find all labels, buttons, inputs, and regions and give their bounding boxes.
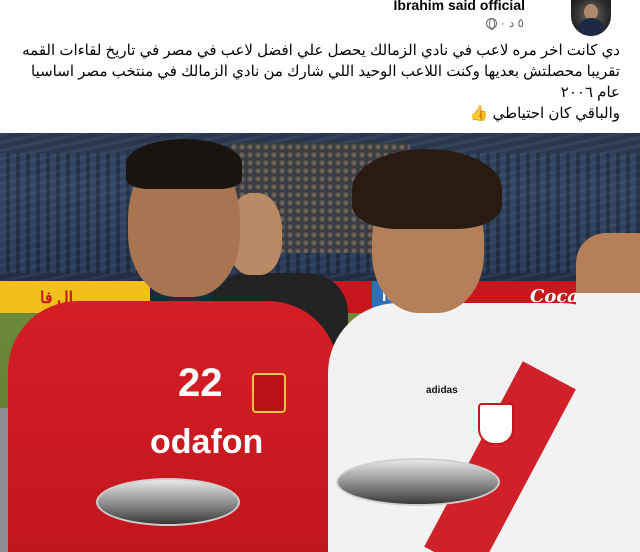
- globe-icon: [485, 17, 497, 30]
- avatar[interactable]: [571, 0, 611, 36]
- player-red-sponsor: odafon: [150, 423, 264, 461]
- post-text-line: والباقي كان احتياطي 👍: [469, 105, 620, 122]
- post-header: Ibrahim said official ٥ د ·: [0, 0, 640, 36]
- trophy-left: [96, 478, 240, 526]
- post-text-line: عام ٢٠٠٦: [560, 84, 620, 101]
- trophy-right: [336, 458, 500, 506]
- post-text-line: دي كانت اخر مره لاعب في نادي الزمالك يحص…: [22, 42, 620, 59]
- post-meta: ٥ د ·: [485, 16, 524, 30]
- facebook-post: Ibrahim said official ٥ د · دي كانت اخر …: [0, 0, 640, 552]
- player-red-number: 22: [178, 361, 223, 405]
- post-text-line: تقريبا محصلتش بعديها وكنت اللاعب الوحيد …: [31, 63, 620, 80]
- al-ahly-badge: [252, 373, 286, 413]
- post-text: دي كانت اخر مره لاعب في نادي الزمالك يحص…: [20, 40, 620, 124]
- zamalek-badge: [478, 403, 514, 445]
- post-time[interactable]: ٥ د: [509, 16, 524, 30]
- player-white-hair: [352, 149, 502, 229]
- author-name[interactable]: Ibrahim said official: [394, 0, 525, 13]
- thumbs-up-icon: 👍: [469, 105, 489, 122]
- adidas-logo: adidas: [426, 385, 458, 396]
- player-red-hair: [126, 139, 242, 189]
- post-photo[interactable]: ال فا IC Coca-Cola 22 odafon adidas: [0, 133, 640, 552]
